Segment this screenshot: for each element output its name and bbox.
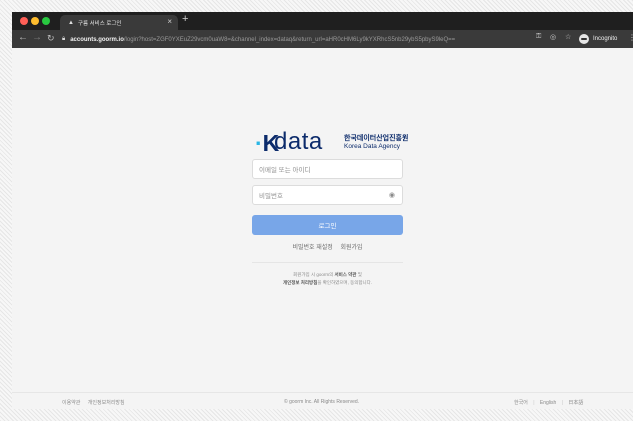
browser-window: ▲ 구름 서비스 로그인 × + ← → ↻ 🔒︎ accounts.goorm… — [12, 12, 633, 409]
back-arrow-icon[interactable]: ← — [18, 32, 28, 43]
new-tab-button[interactable]: + — [182, 13, 188, 25]
footer-privacy-link[interactable]: 개인정보처리방침 — [88, 400, 125, 406]
eye-slash-icon[interactable]: ◎ — [550, 33, 556, 41]
key-icon[interactable]: ⚿ — [536, 33, 541, 41]
lock-icon: 🔒︎ — [62, 36, 66, 42]
url-path: /login?host=ZGF0YXEuZ29vcm0uaW8=&channel… — [123, 36, 456, 43]
star-icon[interactable]: ☆ — [565, 33, 571, 41]
lang-separator: | — [533, 400, 535, 406]
agency-name-korean: 한국데이터산업진흥원 — [344, 135, 409, 142]
forward-arrow-icon[interactable]: → — [32, 32, 42, 43]
password-input[interactable]: 비밀번호 ◉ — [252, 185, 403, 205]
more-menu-icon[interactable]: ⋮ — [628, 33, 633, 42]
login-button[interactable]: 로그인 — [252, 215, 403, 235]
language-selector: 한국어 | English | 日本語 — [512, 399, 585, 406]
lang-korean[interactable]: 한국어 — [514, 400, 528, 406]
footer-terms-link[interactable]: 이용약관 — [62, 400, 80, 406]
account-links: 비밀번호 재설정 회원가입 — [252, 242, 403, 251]
url-host: accounts.goorm.io — [70, 36, 124, 43]
tab-title: 구름 서비스 로그인 — [77, 20, 122, 27]
footer-copyright: © goorm Inc. All Rights Reserved. — [284, 399, 360, 405]
lang-japanese[interactable]: 日本語 — [568, 400, 583, 406]
lang-separator: | — [561, 400, 564, 406]
incognito-badge[interactable]: Incognito — [579, 33, 617, 45]
divider — [252, 262, 403, 263]
tab-close-icon[interactable]: × — [167, 17, 172, 26]
signup-agreement-text: 회원가입 시 goorm의 서비스 약관 및 개인정보 처리방침을 확인하였으며… — [282, 272, 373, 285]
lang-english[interactable]: English — [540, 400, 556, 406]
privacy-policy-link[interactable]: 개인정보 처리방침 — [283, 280, 317, 285]
incognito-label: Incognito — [593, 36, 618, 42]
login-page: ·K data 한국데이터산업진흥원 Korea Data Agency 이메일… — [12, 48, 633, 409]
user-icon: ▲ — [68, 19, 74, 26]
email-input[interactable]: 이메일 또는 아이디 — [252, 159, 403, 179]
email-placeholder: 이메일 또는 아이디 — [259, 167, 311, 174]
logo-wordmark: data — [274, 128, 323, 155]
logo-dot-icon: · — [255, 130, 263, 156]
agency-name-english: Korea Data Agency — [344, 143, 401, 150]
page-footer: 이용약관 개인정보처리방침 © goorm Inc. All Rights Re… — [12, 392, 633, 409]
minimize-window-button[interactable] — [31, 17, 39, 25]
close-window-button[interactable] — [20, 17, 28, 25]
address-bar[interactable]: 🔒︎ accounts.goorm.io /login?host=ZGF0YXE… — [62, 34, 548, 45]
terms-of-service-link[interactable]: 서비스 약관 — [335, 272, 357, 277]
browser-tab[interactable]: ▲ 구름 서비스 로그인 × — [60, 15, 178, 30]
reload-icon[interactable]: ↻ — [47, 33, 55, 44]
address-toolbar: ← → ↻ 🔒︎ accounts.goorm.io /login?host=Z… — [12, 30, 633, 48]
incognito-icon — [579, 34, 589, 44]
signup-link[interactable]: 회원가입 — [340, 245, 362, 251]
show-password-icon[interactable]: ◉ — [389, 191, 395, 199]
kdata-logo: ·K data 한국데이터산업진흥원 Korea Data Agency — [255, 128, 415, 158]
footer-links: 이용약관 개인정보처리방침 — [62, 399, 131, 406]
tab-strip: ▲ 구름 서비스 로그인 × + — [12, 12, 633, 30]
maximize-window-button[interactable] — [42, 17, 50, 25]
password-placeholder: 비밀번호 — [259, 193, 283, 200]
reset-password-link[interactable]: 비밀번호 재설정 — [292, 245, 332, 251]
